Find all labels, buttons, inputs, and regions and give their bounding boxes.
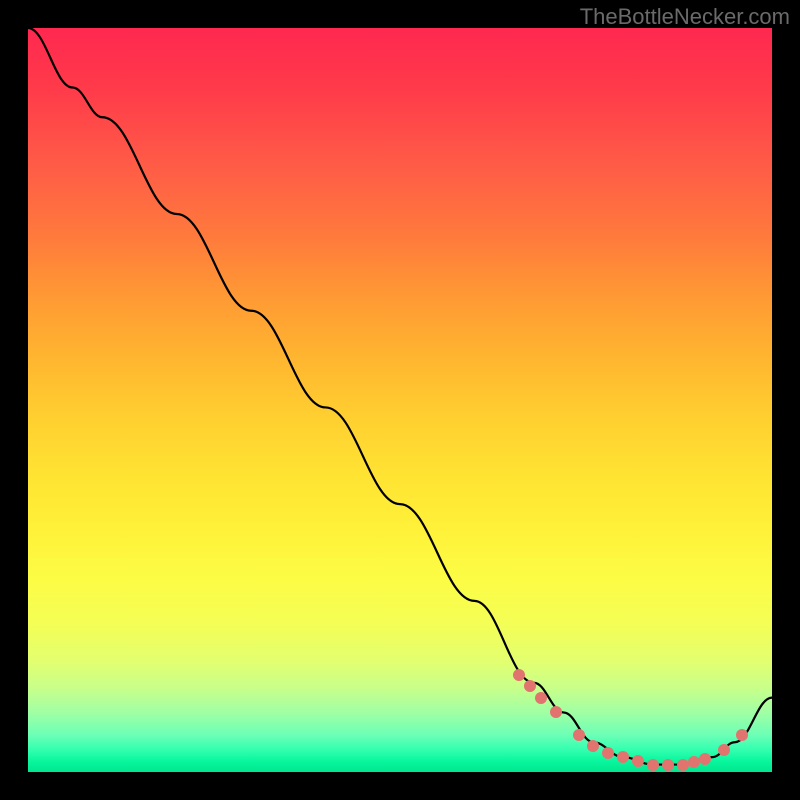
curve-svg bbox=[28, 28, 772, 772]
plot-area bbox=[28, 28, 772, 772]
marker-dot bbox=[573, 729, 585, 741]
marker-dot bbox=[617, 751, 629, 763]
marker-dot bbox=[699, 753, 711, 765]
marker-dot bbox=[524, 680, 536, 692]
marker-dot bbox=[513, 669, 525, 681]
watermark-text: TheBottleNecker.com bbox=[580, 4, 790, 30]
marker-dot bbox=[535, 692, 547, 704]
marker-dot bbox=[550, 706, 562, 718]
curve-path bbox=[28, 28, 772, 765]
marker-dot bbox=[662, 759, 674, 771]
marker-dot bbox=[677, 759, 689, 771]
marker-dot bbox=[718, 744, 730, 756]
marker-dot bbox=[647, 759, 659, 771]
marker-dot bbox=[632, 755, 644, 767]
marker-dot bbox=[602, 747, 614, 759]
marker-dot bbox=[587, 740, 599, 752]
marker-dot bbox=[736, 729, 748, 741]
